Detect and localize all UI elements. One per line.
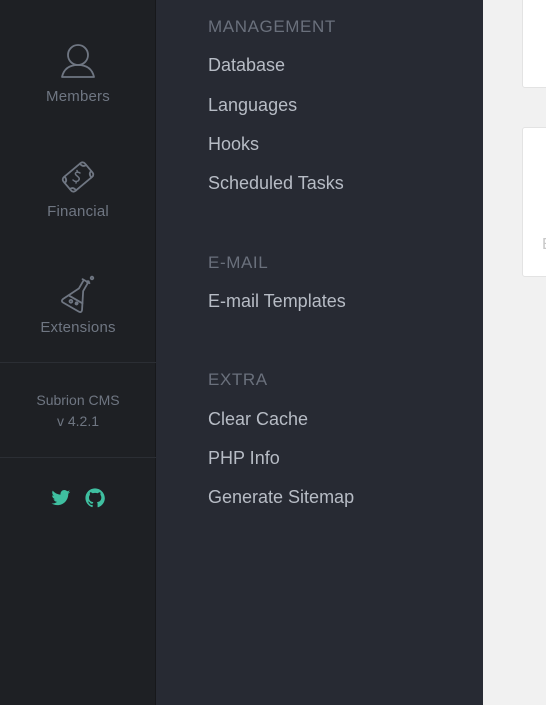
money-icon <box>58 157 98 197</box>
icon-rail: Members Financial Extensions Subrion CMS… <box>0 0 156 705</box>
menu-link-hooks[interactable]: Hooks <box>208 134 259 155</box>
product-version: v 4.2.1 <box>56 413 100 429</box>
version-info: Subrion CMS v 4.2.1 <box>0 390 156 432</box>
menu-link-email-templates[interactable]: E-mail Templates <box>208 291 346 312</box>
social-links <box>0 488 156 508</box>
menu-link-languages[interactable]: Languages <box>208 95 297 116</box>
product-name: Subrion CMS <box>36 392 120 408</box>
submenu-panel: MANAGEMENT Database Languages Hooks Sche… <box>156 0 483 705</box>
rail-item-extensions[interactable]: Extensions <box>0 273 156 336</box>
section-title-extra: EXTRA <box>208 370 268 389</box>
rail-divider <box>0 457 156 458</box>
user-icon <box>58 42 98 82</box>
flask-icon <box>58 273 98 314</box>
rail-item-label: Financial <box>47 203 109 220</box>
rail-item-members[interactable]: Members <box>0 42 156 105</box>
rail-item-financial[interactable]: Financial <box>0 157 156 220</box>
menu-link-scheduled-tasks[interactable]: Scheduled Tasks <box>208 173 344 194</box>
card-text-fragment: E <box>542 236 546 254</box>
content-card <box>522 0 546 88</box>
rail-item-label: Members <box>46 88 110 105</box>
menu-link-clear-cache[interactable]: Clear Cache <box>208 409 308 430</box>
content-card: E <box>522 127 546 277</box>
github-icon[interactable] <box>85 488 105 508</box>
rail-item-label: Extensions <box>40 319 116 336</box>
menu-link-php-info[interactable]: PHP Info <box>208 448 280 469</box>
menu-link-generate-sitemap[interactable]: Generate Sitemap <box>208 487 354 508</box>
twitter-icon[interactable] <box>51 488 71 508</box>
section-title-management: MANAGEMENT <box>208 17 336 36</box>
menu-link-database[interactable]: Database <box>208 55 285 76</box>
main-content: E <box>483 0 546 705</box>
section-title-email: E-MAIL <box>208 253 269 272</box>
rail-divider <box>0 362 156 363</box>
